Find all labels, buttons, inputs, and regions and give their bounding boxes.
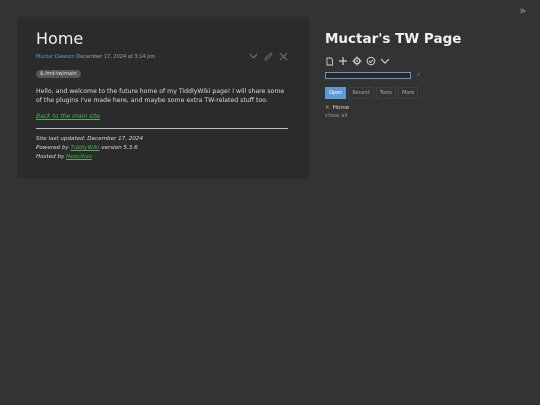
sidebar-tabs: Open Recent Tools More: [325, 87, 525, 99]
last-updated-text: Site last updated: December 17, 2024: [36, 136, 144, 142]
close-all-button[interactable]: close all: [325, 113, 525, 119]
open-item-label[interactable]: Home: [333, 105, 350, 111]
tiddler-title: Home: [36, 29, 84, 48]
close-icon[interactable]: ✕: [325, 105, 330, 111]
search-input[interactable]: [325, 71, 411, 79]
tiddlywiki-link[interactable]: TiddlyWiki: [71, 145, 100, 151]
tiddler-home: Home Muctar Dawson December 17, 2024 at …: [18, 18, 308, 177]
new-tiddler-icon[interactable]: [325, 57, 334, 66]
edit-icon[interactable]: [264, 52, 273, 61]
tab-open[interactable]: Open: [325, 87, 347, 99]
search-icon[interactable]: ⌕: [417, 71, 420, 79]
sidebar-toggle-button[interactable]: »: [519, 4, 526, 17]
page-controls: [325, 56, 525, 66]
plus-icon[interactable]: [338, 56, 348, 66]
tag-pill[interactable]: $:/md-tw/main: [36, 70, 81, 78]
gear-icon[interactable]: [352, 56, 362, 66]
check-circle-icon[interactable]: [366, 56, 376, 66]
powered-by-text: Powered by TiddlyWiki version 5.3.6: [36, 145, 138, 151]
site-title: Muctar's TW Page: [325, 31, 462, 47]
tiddler-date: December 17, 2024 at 3:14 pm: [76, 54, 156, 60]
tiddler-controls: [249, 52, 288, 61]
search-row: ⌕: [325, 71, 525, 79]
tiddler-body: Hello, and welcome to the future home of…: [36, 88, 285, 104]
back-to-main-link[interactable]: Back to the main site: [36, 113, 290, 120]
sidebar: Muctar's TW Page ⌕ Open Recent Tools Mor…: [325, 30, 525, 119]
hosted-by-text: Hosted by Neocities: [36, 154, 92, 160]
tab-recent[interactable]: Recent: [348, 87, 374, 99]
author-link[interactable]: Muctar Dawson: [36, 54, 75, 60]
tab-more[interactable]: More: [397, 87, 419, 99]
list-item: ✕ Home: [325, 105, 525, 111]
chevron-down-icon[interactable]: [249, 53, 258, 60]
divider: [36, 128, 288, 129]
chevron-down-icon[interactable]: [380, 57, 390, 65]
neocities-link[interactable]: Neocities: [66, 154, 92, 160]
open-tiddlers-list: ✕ Home close all: [325, 105, 525, 119]
tab-tools[interactable]: Tools: [375, 87, 396, 99]
close-icon[interactable]: [279, 52, 288, 61]
